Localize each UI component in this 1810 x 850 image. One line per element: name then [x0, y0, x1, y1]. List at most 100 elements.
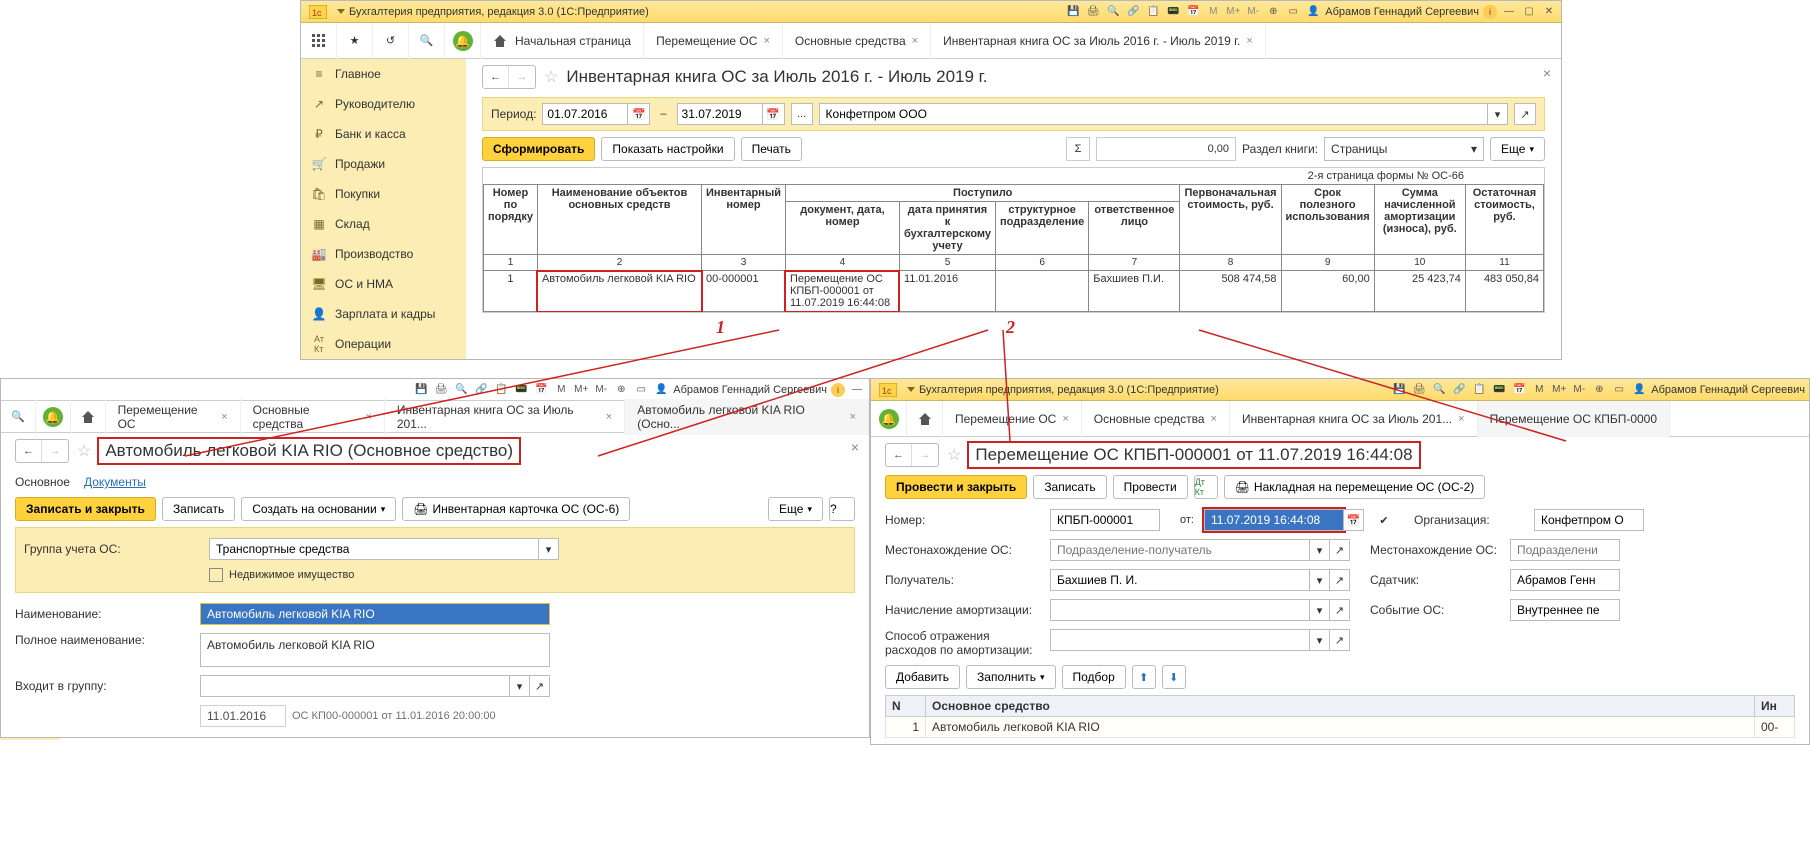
tab-fixed-assets[interactable]: Основные средства× [783, 23, 931, 59]
notifications-icon[interactable]: 🔔 [871, 401, 907, 437]
close-page-icon[interactable]: × [851, 439, 859, 455]
amort-input[interactable] [1050, 599, 1310, 621]
tab-home[interactable]: Начальная страница [481, 23, 644, 59]
post-button[interactable]: Провести [1113, 475, 1188, 499]
close-icon[interactable]: × [1458, 413, 1464, 425]
date-from-input[interactable] [542, 103, 628, 125]
star-icon[interactable]: ☆ [544, 67, 558, 87]
forward-icon[interactable]: → [912, 444, 938, 466]
m-indicator[interactable]: М [1205, 4, 1221, 20]
back-icon[interactable]: ← [886, 444, 912, 466]
zoom-icon[interactable]: ⊕ [1265, 4, 1281, 20]
chevron-down-icon[interactable]: ▾ [1310, 539, 1330, 561]
chevron-down-icon[interactable]: ▾ [510, 675, 530, 697]
open-icon[interactable]: ↗ [530, 675, 550, 697]
close-icon[interactable]: × [1246, 35, 1252, 47]
sidebar-item-production[interactable]: 🏭Производство [301, 239, 466, 269]
more-button[interactable]: Еще ▾ [768, 497, 823, 521]
m-indicator[interactable]: М [553, 382, 569, 398]
notifications-icon[interactable]: 🔔 [445, 23, 481, 59]
close-page-icon[interactable]: × [1543, 65, 1551, 81]
dropdown-icon[interactable] [337, 9, 345, 14]
clipboard-icon[interactable]: 📋 [1145, 4, 1161, 20]
sidebar-item-manager[interactable]: ↗Руководителю [301, 89, 466, 119]
forward-icon[interactable]: → [42, 440, 68, 462]
debit-credit-button[interactable]: Дт Кт [1194, 475, 1218, 499]
calendar-icon[interactable]: 📅 [763, 103, 785, 125]
assets-table[interactable]: N Основное средство Ин 1 Автомобиль легк… [885, 695, 1795, 738]
chevron-down-icon[interactable]: ▾ [1310, 569, 1330, 591]
date-to-field[interactable]: 📅 [677, 103, 785, 125]
chevron-down-icon[interactable]: ▾ [1488, 103, 1508, 125]
cell-document[interactable]: Перемещение ОС КПБП-000001 от 11.07.2019… [785, 271, 899, 312]
m-minus[interactable]: М- [593, 382, 609, 398]
m-minus[interactable]: М- [1571, 382, 1587, 398]
org-input[interactable] [1534, 509, 1644, 531]
calendar-icon[interactable]: 📅 [1511, 382, 1527, 398]
close-window-icon[interactable]: ✕ [1541, 4, 1557, 20]
add-row-button[interactable]: Добавить [885, 665, 960, 689]
search-icon[interactable]: 🔍 [1431, 382, 1447, 398]
screen-icon[interactable]: ▭ [633, 382, 649, 398]
checkbox-icon[interactable] [209, 568, 223, 582]
close-icon[interactable]: × [1062, 413, 1068, 425]
date-input[interactable] [1204, 509, 1344, 531]
maximize-icon[interactable]: ▢ [1521, 4, 1537, 20]
expense-input[interactable] [1050, 629, 1310, 651]
table-row[interactable]: 1 Автомобиль легковой KIA RIO 00- [886, 717, 1795, 738]
dropdown-icon[interactable] [907, 387, 915, 392]
calendar-icon[interactable]: 📅 [1185, 4, 1201, 20]
data-row[interactable]: 1 Автомобиль легковой KIA RIO 00-000001 … [484, 271, 1544, 312]
tab-move-assets[interactable]: Перемещение ОС× [106, 399, 241, 435]
apps-grid-icon[interactable] [301, 23, 337, 59]
sidebar-item-purchases[interactable]: 🛍Покупки [301, 179, 466, 209]
event-input[interactable] [1510, 599, 1620, 621]
save-icon[interactable]: 💾 [1391, 382, 1407, 398]
sidebar-item-main[interactable]: ≡Главное [301, 59, 466, 89]
calendar-icon[interactable]: 📅 [1344, 509, 1364, 531]
screen-icon[interactable]: ▭ [1611, 382, 1627, 398]
move-up-button[interactable]: ⬆ [1132, 665, 1156, 689]
clipboard-icon[interactable]: 📋 [1471, 382, 1487, 398]
group-input[interactable] [209, 538, 539, 560]
zoom-icon[interactable]: ⊕ [1591, 382, 1607, 398]
close-icon[interactable]: × [850, 411, 856, 423]
search-icon[interactable]: 🔍 [1105, 4, 1121, 20]
location-input[interactable] [1050, 539, 1310, 561]
close-icon[interactable]: × [1211, 413, 1217, 425]
immovable-check[interactable]: Недвижимое имущество [209, 568, 354, 582]
calc-icon[interactable]: 📟 [1491, 382, 1507, 398]
print-waybill-button[interactable]: 🖨 Накладная на перемещение ОС (ОС-2) [1224, 475, 1486, 499]
sidebar-item-operations[interactable]: АтКтОперации [301, 329, 466, 359]
m-plus[interactable]: М+ [573, 382, 589, 398]
report-area[interactable]: 2-я страница формы № ОС-66 Номер по поря… [482, 167, 1545, 313]
star-icon[interactable]: ☆ [77, 441, 91, 461]
zoom-icon[interactable]: ⊕ [613, 382, 629, 398]
period-choose-button[interactable]: ... [791, 103, 813, 125]
close-icon[interactable]: × [606, 411, 612, 423]
save-button[interactable]: Записать [162, 497, 235, 521]
sidebar-item-assets[interactable]: 🖥ОС и НМА [301, 269, 466, 299]
inventory-card-button[interactable]: 🖨 Инвентарная карточка ОС (ОС-6) [402, 497, 630, 521]
sum-icon[interactable]: Σ [1066, 137, 1090, 161]
print-button[interactable]: Печать [741, 137, 802, 161]
org-input[interactable] [819, 103, 1488, 125]
help-button[interactable]: ? [829, 497, 855, 521]
subtab-main[interactable]: Основное [15, 475, 70, 489]
tab-inventory-book[interactable]: Инвентарная книга ОС за Июль 2016 г. - И… [931, 23, 1266, 59]
date-to-input[interactable] [677, 103, 763, 125]
info-icon[interactable]: i [1483, 5, 1497, 19]
sidebar-item-hr[interactable]: 👤Зарплата и кадры [301, 299, 466, 329]
sidebar-item-sales[interactable]: 🛒Продажи [301, 149, 466, 179]
favorite-icon[interactable]: ★ [337, 23, 373, 59]
search-nav-icon[interactable]: 🔍 [1, 399, 36, 435]
save-icon[interactable]: 💾 [413, 382, 429, 398]
tab-movement-doc[interactable]: Перемещение ОС КПБП-0000 [1478, 401, 1670, 437]
info-icon[interactable]: i [831, 383, 845, 397]
clipboard-icon[interactable]: 📋 [493, 382, 509, 398]
settings-button[interactable]: Показать настройки [601, 137, 734, 161]
save-close-button[interactable]: Записать и закрыть [15, 497, 156, 521]
calc-icon[interactable]: 📟 [513, 382, 529, 398]
back-icon[interactable]: ← [483, 66, 509, 88]
print-icon[interactable]: 🖨 [1085, 4, 1101, 20]
